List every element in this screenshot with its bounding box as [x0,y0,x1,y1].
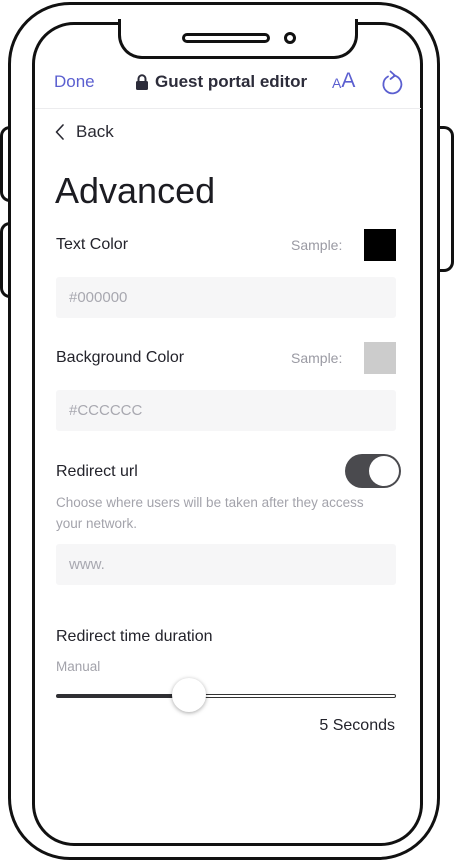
text-color-sample-label: Sample: [291,237,343,253]
text-color-input[interactable]: #000000 [56,277,396,318]
background-color-swatch [364,342,396,374]
slider-track-filled[interactable] [56,694,189,698]
redirect-url-toggle[interactable] [345,454,401,488]
chevron-left-icon [55,124,64,140]
text-color-swatch [364,229,396,261]
page-title: Advanced [55,170,216,211]
back-button[interactable]: Back [55,122,114,142]
text-size-button[interactable]: A A [332,70,355,92]
text-size-large-letter: A [341,69,356,92]
slider-min-label: Manual [56,659,101,674]
background-color-input[interactable]: #CCCCCC [56,390,396,431]
slider-value-label: 5 Seconds [319,717,395,734]
back-label: Back [76,122,114,141]
front-camera [284,32,296,44]
redirect-url-input[interactable]: www. [56,544,396,585]
header-title: Guest portal editor [135,72,307,92]
toggle-knob [369,456,399,486]
lock-icon [136,73,148,90]
speaker-grill [182,33,270,43]
slider-thumb[interactable] [171,678,206,712]
text-size-small-letter: A [332,75,342,91]
header-title-text: Guest portal editor [155,72,308,91]
redirect-duration-label: Redirect time duration [56,628,213,645]
refresh-icon[interactable] [380,70,404,96]
text-color-label: Text Color [56,236,129,253]
slider-track-empty[interactable] [188,694,396,698]
redirect-url-label: Redirect url [56,463,138,480]
background-color-sample-label: Sample: [291,350,343,366]
background-color-label: Background Color [56,349,185,366]
redirect-url-help-text: Choose where users will be taken after t… [56,495,364,531]
header-divider [35,108,421,109]
done-button[interactable]: Done [54,72,95,92]
